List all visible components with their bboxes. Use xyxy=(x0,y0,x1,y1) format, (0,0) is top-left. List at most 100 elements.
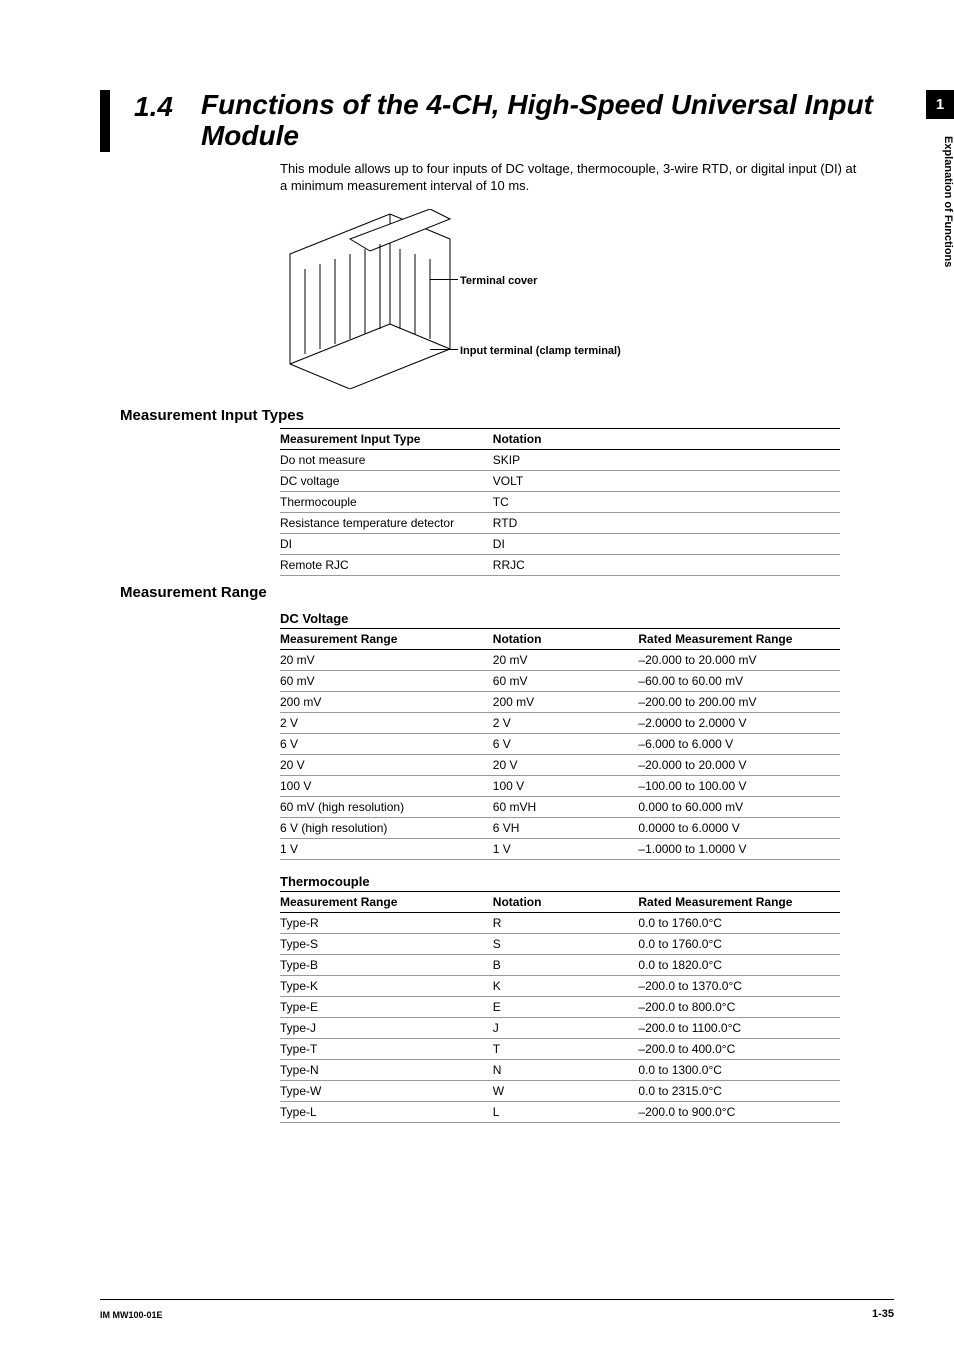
table-row: Type-SS0.0 to 1760.0°C xyxy=(280,933,840,954)
table-cell: –200.00 to 200.00 mV xyxy=(638,691,840,712)
page: 1 Explanation of Functions 1.4 Functions… xyxy=(0,0,954,1350)
table-cell: S xyxy=(493,933,639,954)
table-cell: –20.000 to 20.000 mV xyxy=(638,649,840,670)
table-cell: Type-B xyxy=(280,954,493,975)
heading-bar xyxy=(100,90,110,152)
table-cell: Type-T xyxy=(280,1038,493,1059)
section-heading-range: Measurement Range xyxy=(120,584,894,601)
module-drawing xyxy=(280,209,460,389)
table-cell: –200.0 to 1100.0°C xyxy=(638,1017,840,1038)
footer-rule xyxy=(100,1299,894,1300)
leader-line xyxy=(430,279,458,280)
table-cell: L xyxy=(493,1101,639,1122)
table-row: 20 mV20 mV–20.000 to 20.000 mV xyxy=(280,649,840,670)
table-cell: Resistance temperature detector xyxy=(280,512,493,533)
table-cell: 2 V xyxy=(493,712,639,733)
table-cell: 1 V xyxy=(280,838,493,859)
leader-line xyxy=(430,349,458,350)
table-row: Type-LL–200.0 to 900.0°C xyxy=(280,1101,840,1122)
table-cell: 0.0 to 1820.0°C xyxy=(638,954,840,975)
heading-title: Functions of the 4-CH, High-Speed Univer… xyxy=(201,90,894,152)
table-cell: VOLT xyxy=(493,470,840,491)
table-row: Type-TT–200.0 to 400.0°C xyxy=(280,1038,840,1059)
table-cell: 6 V (high resolution) xyxy=(280,817,493,838)
table-cell: 60 mV xyxy=(280,670,493,691)
table-cell: –1.0000 to 1.0000 V xyxy=(638,838,840,859)
table-cell: TC xyxy=(493,491,840,512)
table-cell: 6 VH xyxy=(493,817,639,838)
intro-text: This module allows up to four inputs of … xyxy=(280,160,860,195)
table-cell: –6.000 to 6.000 V xyxy=(638,733,840,754)
table-row: 2 V2 V–2.0000 to 2.0000 V xyxy=(280,712,840,733)
table-cell: 0.0 to 1300.0°C xyxy=(638,1059,840,1080)
table-cell: 0.0 to 1760.0°C xyxy=(638,912,840,933)
table-cell: –20.000 to 20.000 V xyxy=(638,754,840,775)
col-header: Rated Measurement Range xyxy=(638,628,840,649)
table-cell: Type-W xyxy=(280,1080,493,1101)
table-cell: 6 V xyxy=(280,733,493,754)
table-cell: E xyxy=(493,996,639,1017)
table-cell: Thermocouple xyxy=(280,491,493,512)
table-cell: Type-K xyxy=(280,975,493,996)
table-cell: Type-J xyxy=(280,1017,493,1038)
table-cell: 200 mV xyxy=(493,691,639,712)
table-thermocouple: Measurement Range Notation Rated Measure… xyxy=(280,891,840,1123)
table-cell: RRJC xyxy=(493,554,840,575)
footer-doc-id: IM MW100-01E xyxy=(100,1310,163,1320)
table-cell: Type-N xyxy=(280,1059,493,1080)
table-cell: Type-L xyxy=(280,1101,493,1122)
col-header: Notation xyxy=(493,891,639,912)
table-cell: 6 V xyxy=(493,733,639,754)
table-row: 1 V1 V–1.0000 to 1.0000 V xyxy=(280,838,840,859)
table-cell: 0.0000 to 6.0000 V xyxy=(638,817,840,838)
table-cell: 60 mVH xyxy=(493,796,639,817)
table-cell: RTD xyxy=(493,512,840,533)
table-cell: Type-R xyxy=(280,912,493,933)
table-cell: –2.0000 to 2.0000 V xyxy=(638,712,840,733)
table-cell: 0.000 to 60.000 mV xyxy=(638,796,840,817)
table-cell: 100 V xyxy=(493,775,639,796)
table-row: 6 V6 V–6.000 to 6.000 V xyxy=(280,733,840,754)
table-row: Type-BB0.0 to 1820.0°C xyxy=(280,954,840,975)
table-cell: 0.0 to 1760.0°C xyxy=(638,933,840,954)
table-cell: –200.0 to 400.0°C xyxy=(638,1038,840,1059)
table-cell: –60.00 to 60.00 mV xyxy=(638,670,840,691)
table-row: Remote RJCRRJC xyxy=(280,554,840,575)
table-cell: 20 V xyxy=(280,754,493,775)
table-row: Type-JJ–200.0 to 1100.0°C xyxy=(280,1017,840,1038)
table-cell: –200.0 to 1370.0°C xyxy=(638,975,840,996)
figure-label-terminal-cover: Terminal cover xyxy=(460,275,537,287)
table-cell: 20 mV xyxy=(493,649,639,670)
table-row: Type-NN0.0 to 1300.0°C xyxy=(280,1059,840,1080)
table-cell: –100.00 to 100.00 V xyxy=(638,775,840,796)
table-row: 60 mV60 mV–60.00 to 60.00 mV xyxy=(280,670,840,691)
table-row: 20 V20 V–20.000 to 20.000 V xyxy=(280,754,840,775)
table-row: 200 mV200 mV–200.00 to 200.00 mV xyxy=(280,691,840,712)
col-header: Notation xyxy=(493,428,840,449)
col-header: Notation xyxy=(493,628,639,649)
table-cell: –200.0 to 900.0°C xyxy=(638,1101,840,1122)
col-header: Measurement Range xyxy=(280,891,493,912)
footer-page-number: 1-35 xyxy=(872,1308,894,1320)
table-cell: Do not measure xyxy=(280,449,493,470)
table-cell: 100 V xyxy=(280,775,493,796)
table-dc-voltage: Measurement Range Notation Rated Measure… xyxy=(280,628,840,860)
table-row: DC voltageVOLT xyxy=(280,470,840,491)
table-cell: 60 mV (high resolution) xyxy=(280,796,493,817)
table-cell: K xyxy=(493,975,639,996)
heading: 1.4 Functions of the 4-CH, High-Speed Un… xyxy=(100,90,894,152)
table-cell: DI xyxy=(280,533,493,554)
col-header: Measurement Input Type xyxy=(280,428,493,449)
table-row: Type-RR0.0 to 1760.0°C xyxy=(280,912,840,933)
table-cell: Type-E xyxy=(280,996,493,1017)
table-cell: N xyxy=(493,1059,639,1080)
table-cell: B xyxy=(493,954,639,975)
figure-label-input-terminal: Input terminal (clamp terminal) xyxy=(460,345,621,357)
section-heading-input-types: Measurement Input Types xyxy=(120,407,894,424)
chapter-tab: 1 xyxy=(926,90,954,119)
table-cell: T xyxy=(493,1038,639,1059)
module-figure: Terminal cover Input terminal (clamp ter… xyxy=(280,209,894,389)
table-cell: 200 mV xyxy=(280,691,493,712)
col-header: Measurement Range xyxy=(280,628,493,649)
table-cell: R xyxy=(493,912,639,933)
